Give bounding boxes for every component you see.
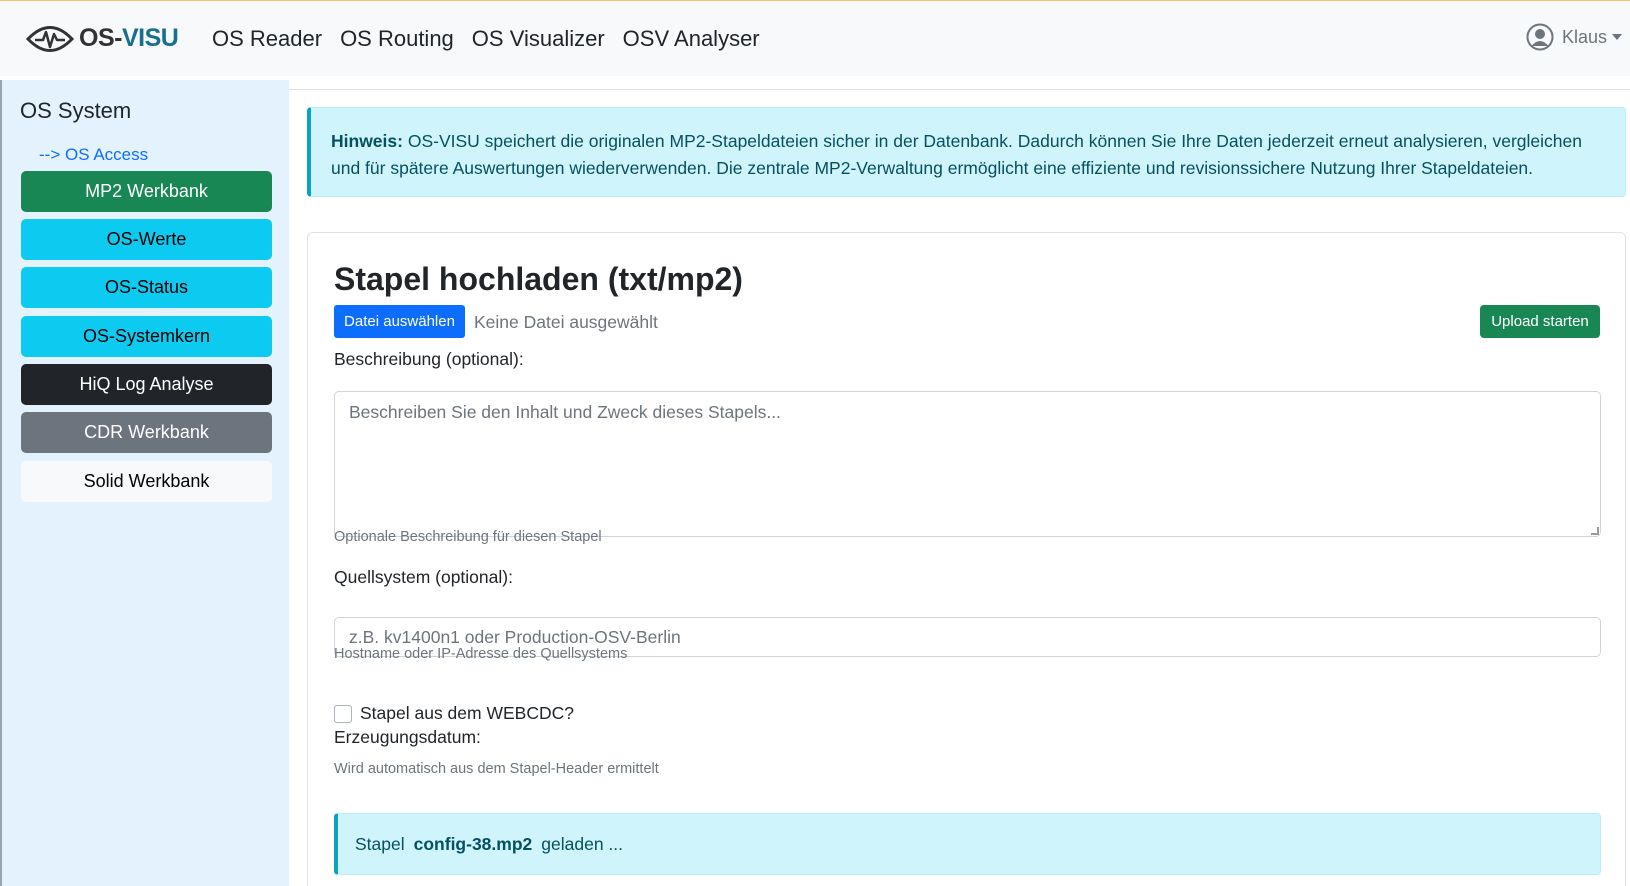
brand-name: OS-VISU <box>79 24 179 53</box>
user-menu[interactable]: Klaus <box>1526 23 1622 51</box>
sidebar-button-cdr-werkbank[interactable]: CDR Werkbank <box>21 412 272 453</box>
sidebar-button-mp2-werkbank[interactable]: MP2 Werkbank <box>21 171 272 212</box>
webcdc-label[interactable]: Stapel aus dem WEBCDC? <box>360 703 574 724</box>
creation-date-label: Erzeugungsdatum: <box>334 727 481 747</box>
creation-date-help: Wird automatisch aus dem Stapel-Header e… <box>334 761 659 777</box>
sidebar-button-os-systemkern[interactable]: OS-Systemkern <box>21 316 272 357</box>
status-prefix: Stapel <box>355 833 405 854</box>
brand-name-suffix: VISU <box>121 24 179 52</box>
user-circle-icon <box>1526 23 1554 51</box>
description-label: Beschreibung (optional): <box>334 349 524 369</box>
sidebar-button-hiq-log-analyse[interactable]: HiQ Log Analyse <box>21 364 272 405</box>
sidebar-button-solid-werkbank[interactable]: Solid Werkbank <box>21 461 272 502</box>
description-help: Optionale Beschreibung für diesen Stapel <box>334 529 602 545</box>
notice-alert: Hinweis: OS-VISU speichert die originale… <box>307 107 1626 197</box>
sidebar-title: OS System <box>20 98 132 123</box>
notice-label: Hinweis: <box>331 131 403 151</box>
notice-text: OS-VISU speichert die originalen MP2-Sta… <box>331 131 1582 178</box>
source-label: Quellsystem (optional): <box>334 567 513 587</box>
sidebar: OS System --> OS Access MP2 Werkbank OS-… <box>0 80 289 886</box>
top-navbar: OS-VISU OS Reader OS Routing OS Visualiz… <box>0 0 1630 76</box>
nav-os-reader[interactable]: OS Reader <box>212 26 322 52</box>
upload-card: Stapel hochladen (txt/mp2) Datei auswähl… <box>307 232 1626 886</box>
content-divider <box>289 89 1630 90</box>
nav-os-visualizer[interactable]: OS Visualizer <box>472 26 605 52</box>
description-textarea[interactable] <box>334 391 1601 537</box>
file-status: Keine Datei ausgewählt <box>474 312 658 332</box>
nav-osv-analyser[interactable]: OSV Analyser <box>623 26 760 52</box>
sidebar-button-os-werte[interactable]: OS-Werte <box>21 219 272 260</box>
webcdc-checkbox[interactable] <box>334 705 352 723</box>
source-help: Hostname oder IP-Adresse des Quellsystem… <box>334 646 628 662</box>
nav-os-routing[interactable]: OS Routing <box>340 26 454 52</box>
chevron-down-icon <box>1612 34 1622 40</box>
upload-title: Stapel hochladen (txt/mp2) <box>334 261 743 297</box>
brand-logo[interactable]: OS-VISU <box>25 22 185 56</box>
upload-start-button[interactable]: Upload starten <box>1480 305 1600 338</box>
main-nav: OS Reader OS Routing OS Visualizer OSV A… <box>212 26 778 52</box>
status-suffix: geladen ... <box>541 833 623 854</box>
load-status-alert: Stapel config-38.mp2 geladen ... <box>334 813 1601 875</box>
status-filename: config-38.mp2 <box>413 833 533 854</box>
user-name: Klaus <box>1561 26 1607 47</box>
sidebar-link-os-access[interactable]: --> OS Access <box>39 145 148 165</box>
brand-eye-pulse-icon <box>25 25 75 52</box>
brand-name-prefix: OS- <box>79 24 122 52</box>
sidebar-button-os-status[interactable]: OS-Status <box>21 267 272 308</box>
resize-handle-icon[interactable] <box>1591 527 1599 535</box>
choose-file-button[interactable]: Datei auswählen <box>334 305 465 338</box>
